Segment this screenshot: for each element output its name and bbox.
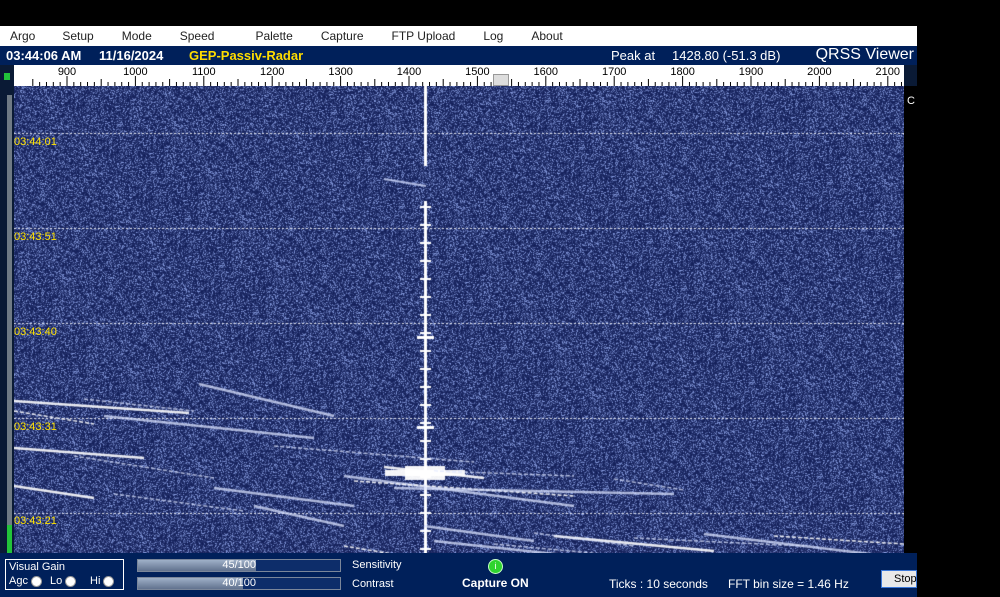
lo-label: Lo bbox=[50, 575, 63, 587]
ruler-label: 1700 bbox=[602, 66, 626, 78]
time-label-3: 03:43:40 bbox=[14, 326, 57, 338]
current-date: 11/16/2024 bbox=[99, 48, 164, 63]
control-panel: Visual Gain Agc Lo Hi 45/100 40/100 Sens… bbox=[0, 553, 917, 597]
hi-label: Hi bbox=[90, 575, 101, 587]
agc-label: Agc bbox=[9, 575, 28, 587]
qrss-viewer-window: Argo Setup Mode Speed Palette Capture FT… bbox=[0, 26, 917, 597]
menu-log[interactable]: Log bbox=[455, 29, 503, 43]
menu-bar: Argo Setup Mode Speed Palette Capture FT… bbox=[0, 26, 917, 46]
app-title: QRSS Viewer bbox=[815, 46, 914, 63]
capture-led-icon: i bbox=[488, 559, 503, 574]
sensitivity-label: Sensitivity bbox=[352, 559, 402, 571]
visual-gain-title: Visual Gain bbox=[9, 561, 66, 573]
signal-indicator-icon bbox=[4, 73, 10, 80]
frequency-ruler: 900 1000 1100 1200 1300 1400 1500 1600 1700 1800 1… bbox=[14, 65, 904, 86]
fft-bin-size-label: FFT bin size = 1.46 Hz bbox=[728, 577, 849, 591]
right-edge-char: C bbox=[907, 95, 915, 107]
contrast-value: 40/100 bbox=[222, 577, 256, 589]
menu-about[interactable]: About bbox=[503, 29, 562, 43]
waterfall-canvas bbox=[14, 86, 904, 553]
ruler-label: 1600 bbox=[534, 66, 558, 78]
contrast-slider[interactable]: 40/100 bbox=[137, 577, 341, 590]
menu-ftp-upload[interactable]: FTP Upload bbox=[364, 29, 456, 43]
stop-button[interactable]: Stop bbox=[881, 570, 917, 588]
ruler-label: 1300 bbox=[328, 66, 352, 78]
ruler-label: 2000 bbox=[807, 66, 831, 78]
lo-option[interactable]: Lo bbox=[50, 575, 77, 587]
waterfall-display[interactable]: 03:44:01 03:43:51 03:43:40 03:43:31 03:4… bbox=[14, 86, 904, 553]
ruler-label: 1400 bbox=[397, 66, 421, 78]
menu-mode[interactable]: Mode bbox=[94, 29, 152, 43]
ruler-label: 1900 bbox=[739, 66, 763, 78]
capture-status-label: Capture ON bbox=[462, 576, 529, 590]
ruler-label: 1000 bbox=[123, 66, 147, 78]
sensitivity-value: 45/100 bbox=[222, 559, 256, 571]
agc-radio-icon[interactable] bbox=[30, 575, 42, 587]
lo-radio-icon[interactable] bbox=[65, 575, 77, 587]
ruler-label: 1500 bbox=[465, 66, 489, 78]
menu-speed[interactable]: Speed bbox=[152, 29, 215, 43]
current-time: 03:44:06 AM bbox=[6, 48, 82, 63]
peak-value: 1428.80 (-51.3 dB) bbox=[672, 48, 781, 63]
level-bar-fill bbox=[7, 525, 12, 553]
menu-palette[interactable]: Palette bbox=[214, 29, 292, 43]
hi-option[interactable]: Hi bbox=[90, 575, 115, 587]
ruler-label: 900 bbox=[58, 66, 76, 78]
right-edge-panel: C bbox=[904, 86, 917, 553]
left-level-strip bbox=[0, 65, 14, 553]
ruler-label: 1100 bbox=[192, 66, 216, 78]
level-bar bbox=[7, 95, 12, 553]
station-name: GEP-Passiv-Radar bbox=[189, 48, 304, 63]
hi-radio-icon[interactable] bbox=[103, 575, 115, 587]
menu-setup[interactable]: Setup bbox=[35, 29, 93, 43]
ruler-label: 1800 bbox=[670, 66, 694, 78]
time-label-5: 03:43:21 bbox=[14, 515, 57, 527]
ruler-label: 1200 bbox=[260, 66, 284, 78]
agc-option[interactable]: Agc bbox=[9, 575, 42, 587]
ticks-label: Ticks : 10 seconds bbox=[609, 577, 708, 591]
time-label-1: 03:44:01 bbox=[14, 136, 57, 148]
menu-capture[interactable]: Capture bbox=[293, 29, 364, 43]
time-label-2: 03:43:51 bbox=[14, 231, 57, 243]
peak-label: Peak at bbox=[611, 48, 656, 63]
menu-argo[interactable]: Argo bbox=[0, 29, 35, 43]
time-label-4: 03:43:31 bbox=[14, 421, 57, 433]
contrast-label: Contrast bbox=[352, 578, 394, 590]
visual-gain-group: Visual Gain Agc Lo Hi bbox=[5, 559, 124, 590]
frequency-scroll-thumb[interactable] bbox=[493, 74, 509, 86]
sensitivity-slider[interactable]: 45/100 bbox=[137, 559, 341, 572]
ruler-label: 2100 bbox=[876, 66, 900, 78]
status-bar: 03:44:06 AM 11/16/2024 GEP-Passiv-Radar … bbox=[0, 46, 917, 65]
frequency-ruler-scale: 900 1000 1100 1200 1300 1400 1500 1600 1700 1800 1… bbox=[32, 66, 902, 86]
